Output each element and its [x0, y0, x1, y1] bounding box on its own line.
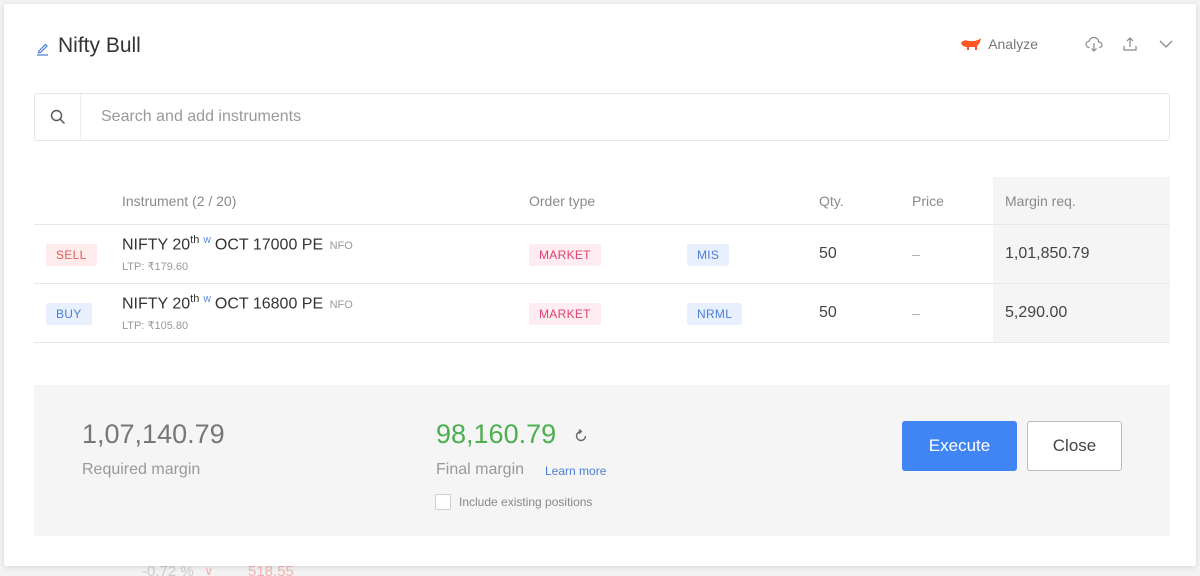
modal-header: Nifty Bull Analyze — [4, 4, 1196, 84]
instrument-day-suffix: th — [190, 234, 200, 246]
instrument-name: NIFTY 20th W OCT 16800 PE NFO — [122, 293, 353, 313]
search-icon-wrap — [35, 94, 81, 140]
execute-button[interactable]: Execute — [902, 421, 1017, 471]
instrument-symbol: NIFTY 20 — [122, 295, 191, 313]
required-margin-value: 1,07,140.79 — [82, 419, 225, 449]
product-badge[interactable]: MIS — [687, 244, 730, 266]
final-margin-value: 98,160.79 — [436, 419, 557, 449]
header-price: Price — [912, 193, 944, 209]
edit-pencil-icon[interactable] — [36, 40, 50, 56]
ltp-label: LTP: ₹105.80 — [122, 320, 189, 333]
include-positions-toggle[interactable]: Include existing positions — [435, 494, 592, 510]
basket-modal: Nifty Bull Analyze Search and add instru… — [4, 4, 1196, 566]
header-margin: Margin req. — [1005, 193, 1076, 209]
exchange-label: NFO — [329, 299, 353, 312]
side-badge: SELL — [46, 244, 97, 266]
required-margin-label: Required margin — [82, 461, 201, 478]
margin-summary-footer: 1,07,140.79 Required margin 98,160.79 Fi… — [34, 385, 1170, 536]
basket-orders-table: Instrument (2 / 20) Order type Qty. Pric… — [34, 177, 1170, 343]
basket-title-wrap[interactable]: Nifty Bull — [36, 34, 141, 58]
side-badge: BUY — [46, 303, 92, 325]
bull-icon — [961, 38, 982, 50]
analyze-button[interactable]: Analyze — [960, 36, 1038, 52]
search-input[interactable] — [81, 94, 1169, 140]
header-actions: Analyze — [960, 34, 1176, 54]
basket-title: Nifty Bull — [58, 34, 141, 57]
instrument-search-box[interactable] — [34, 93, 1170, 141]
upload-icon[interactable] — [1120, 34, 1140, 54]
header-order-type: Order type — [529, 193, 596, 209]
exchange-label: NFO — [329, 240, 353, 253]
table-row[interactable]: BUY NIFTY 20th W OCT 16800 PE NFO LTP: ₹10… — [34, 284, 1170, 343]
header-instrument: Instrument (2 / 20) — [122, 193, 237, 209]
include-positions-checkbox[interactable] — [435, 494, 451, 510]
ltp-label: LTP: ₹179.60 — [122, 261, 189, 274]
margin-cell: 1,01,850.79 — [1005, 245, 1090, 262]
search-icon — [50, 109, 65, 124]
price-cell: – — [912, 246, 920, 262]
order-type-badge[interactable]: MARKET — [529, 244, 601, 266]
instrument-cell: NIFTY 20th W OCT 16800 PE NFO LTP: ₹105.80 — [122, 293, 353, 332]
instrument-contract: OCT 16800 PE — [214, 295, 324, 313]
final-margin-label: Final margin — [436, 461, 525, 478]
instrument-contract: OCT 17000 PE — [214, 236, 324, 254]
instrument-symbol: NIFTY 20 — [122, 236, 191, 254]
analyze-label: Analyze — [988, 36, 1038, 52]
cloud-download-icon[interactable] — [1084, 34, 1104, 54]
chevron-down-icon[interactable] — [1156, 34, 1176, 54]
weekly-badge: W — [203, 236, 211, 245]
qty-cell: 50 — [819, 245, 837, 262]
product-badge[interactable]: NRML — [687, 303, 743, 325]
qty-cell: 50 — [819, 304, 837, 321]
instrument-name: NIFTY 20th W OCT 17000 PE NFO — [122, 234, 353, 254]
include-positions-label: Include existing positions — [459, 495, 593, 509]
table-row[interactable]: SELL NIFTY 20th W OCT 17000 PE NFO LTP: ₹1… — [34, 225, 1170, 284]
learn-more-link[interactable]: Learn more — [545, 464, 606, 478]
instrument-cell: NIFTY 20th W OCT 17000 PE NFO LTP: ₹179.60 — [122, 234, 353, 273]
order-type-badge[interactable]: MARKET — [529, 303, 601, 325]
margin-cell: 5,290.00 — [1005, 304, 1068, 321]
weekly-badge: W — [203, 295, 211, 304]
header-qty: Qty. — [819, 193, 844, 209]
instrument-day-suffix: th — [190, 293, 200, 305]
refresh-icon[interactable] — [574, 429, 588, 443]
price-cell: – — [912, 305, 920, 321]
table-header: Instrument (2 / 20) Order type Qty. Pric… — [34, 177, 1170, 225]
close-button[interactable]: Close — [1027, 421, 1122, 471]
